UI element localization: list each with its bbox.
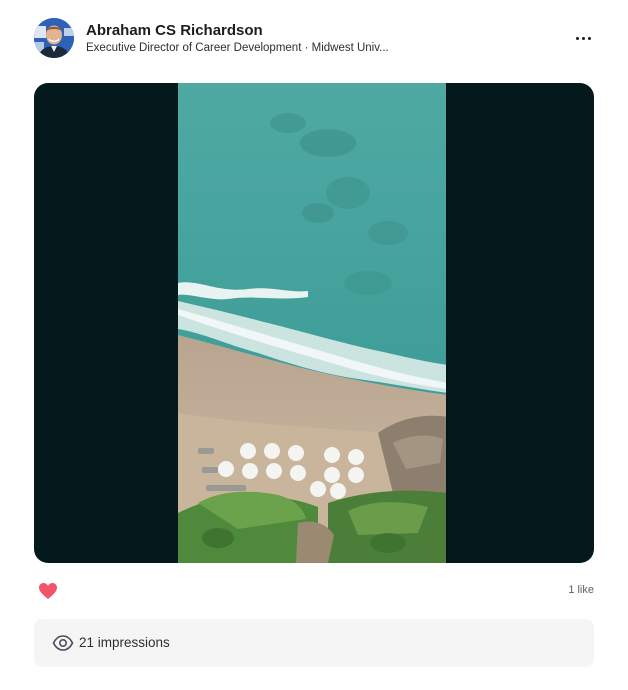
video-frame-beach-aerial (178, 83, 448, 563)
more-horizontal-icon (575, 36, 579, 40)
post-header: Abraham CS Richardson Executive Director… (34, 18, 594, 60)
impressions-button[interactable]: 21 impressions (34, 619, 594, 667)
post-card: Abraham CS Richardson Executive Director… (0, 0, 628, 690)
more-options-button[interactable] (572, 28, 594, 48)
heart-icon[interactable] (38, 582, 58, 600)
author-avatar[interactable] (34, 18, 74, 58)
reactions-bar: 1 like (34, 580, 594, 602)
author-name[interactable]: Abraham CS Richardson (86, 22, 263, 39)
post-video[interactable] (34, 83, 594, 563)
like-count[interactable]: 1 like (568, 584, 594, 596)
impressions-count: 21 impressions (79, 635, 170, 650)
eye-icon (52, 635, 74, 651)
author-headline: Executive Director of Career Development… (86, 42, 389, 54)
